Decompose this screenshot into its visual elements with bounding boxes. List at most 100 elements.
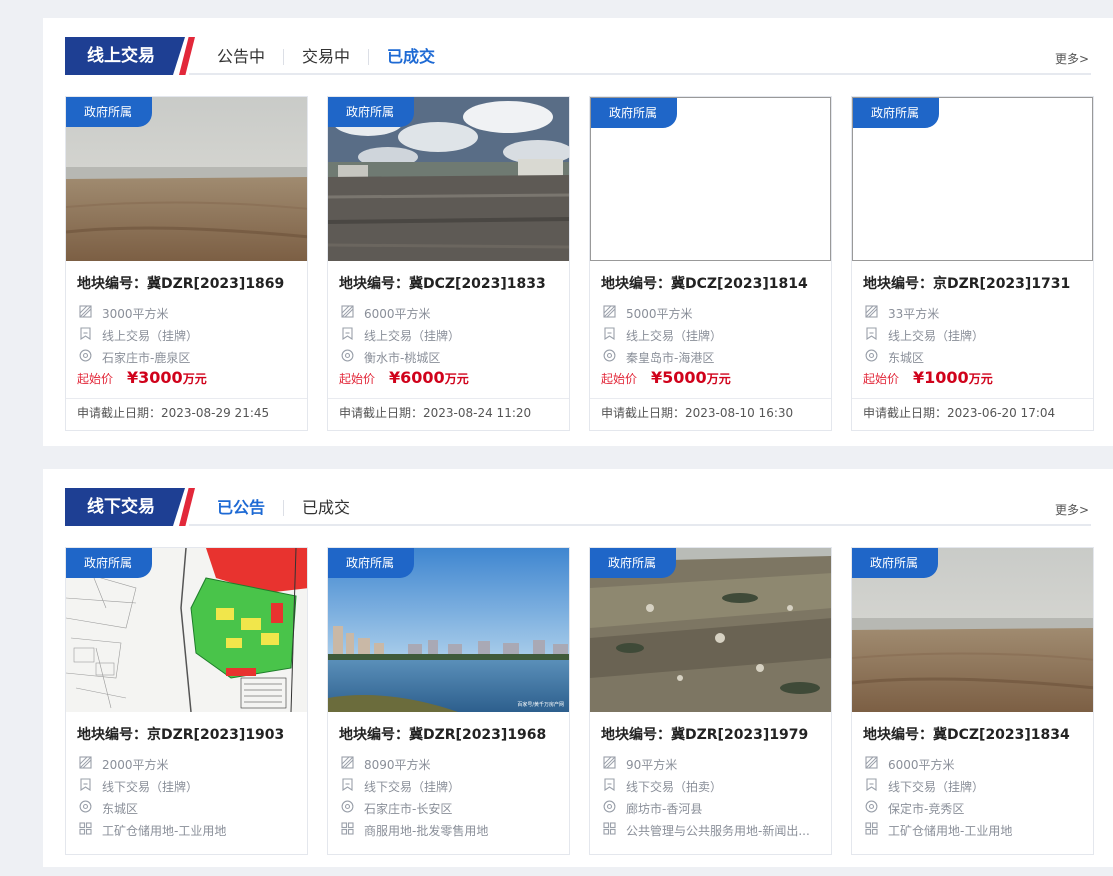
tab-announcing[interactable]: 公告中 [199,45,283,69]
method-row: 线上交易（挂牌） [339,324,558,346]
plot-number[interactable]: 地块编号：冀DZR[2023]1968 [339,724,558,744]
land-image: 政府所属 [852,97,1093,261]
plot-number[interactable]: 地块编号：冀DZR[2023]1869 [77,273,296,293]
usage-row: 商服用地-批发零售用地 [339,819,558,841]
owner-badge: 政府所属 [590,548,676,578]
card-body: 地块编号：京DZR[2023]1903 2000平方米 线下交易（挂牌） 东城区… [66,712,307,841]
area-icon [863,305,888,321]
bookmark-icon [601,327,626,343]
location-text: 东城区 [102,801,139,816]
bookmark-icon [77,778,102,794]
location-row: 东城区 [863,346,1082,368]
land-card[interactable]: 百家号/黄千万房产网 政府所属 地块编号：冀DZR[2023]1968 8090… [327,547,570,855]
location-icon [77,800,102,816]
more-link[interactable]: 更多> [1055,50,1089,67]
grid-icon [863,822,888,838]
grid-icon [77,822,102,838]
tab-completed[interactable]: 已成交 [284,496,368,520]
location-text: 石家庄市-鹿泉区 [102,350,191,365]
usage-row: 工矿仓储用地-工业用地 [77,819,296,841]
svg-text:百家号/黄千万房产网: 百家号/黄千万房产网 [517,701,564,708]
land-card[interactable]: 政府所属 地块编号：冀DZR[2023]1869 3000平方米 线上交易（挂牌… [65,96,308,431]
plot-number[interactable]: 地块编号：冀DCZ[2023]1834 [863,724,1082,744]
price-label: 起始价 [77,372,114,386]
method-row: 线下交易（挂牌） [77,775,296,797]
area-row: 90平方米 [601,753,820,775]
land-card[interactable]: 政府所属 地块编号：冀DCZ[2023]1834 6000平方米 线下交易（挂牌… [851,547,1094,855]
area-row: 5000平方米 [601,302,820,324]
area-text: 3000平方米 [102,306,169,321]
area-icon [863,756,888,772]
owner-badge: 政府所属 [66,97,152,127]
deadline: 申请截止日期：2023-08-29 21:45 [66,398,307,427]
location-text: 石家庄市-长安区 [364,801,453,816]
tab-announced[interactable]: 已公告 [199,496,283,520]
land-image: 政府所属 [66,548,307,712]
usage-row: 工矿仓储用地-工业用地 [863,819,1082,841]
location-row: 廊坊市-香河县 [601,797,820,819]
land-card[interactable]: 政府所属 地块编号：京DZR[2023]1731 33平方米 线上交易（挂牌） … [851,96,1094,431]
land-card[interactable]: 政府所属 地块编号：京DZR[2023]1903 2000平方米 线下交易（挂牌… [65,547,308,855]
deadline: 申请截止日期：2023-08-24 11:20 [328,398,569,427]
method-text: 线下交易（挂牌） [102,779,199,794]
section-title-text: 线下交易 [87,497,155,517]
tab-bar: 公告中 交易中 已成交 [199,45,453,69]
location-row: 东城区 [77,797,296,819]
area-icon [601,305,626,321]
section-title: 线上交易 [65,37,195,75]
card-body: 地块编号：冀DCZ[2023]1833 6000平方米 线上交易（挂牌） 衡水市… [328,261,569,392]
area-icon [77,305,102,321]
tab-bar: 已公告 已成交 [199,496,368,520]
area-text: 33平方米 [888,306,940,321]
plot-number[interactable]: 地块编号：京DZR[2023]1903 [77,724,296,744]
price-unit: 万元 [706,372,731,386]
plot-number[interactable]: 地块编号：冀DCZ[2023]1814 [601,273,820,293]
method-row: 线下交易（挂牌） [339,775,558,797]
card-list: 政府所属 地块编号：冀DZR[2023]1869 3000平方米 线上交易（挂牌… [65,96,1094,431]
plot-number[interactable]: 地块编号：冀DZR[2023]1979 [601,724,820,744]
location-row: 衡水市-桃城区 [339,346,558,368]
land-card[interactable]: 政府所属 地块编号：冀DCZ[2023]1833 6000平方米 线上交易（挂牌… [327,96,570,431]
panel-header: 线下交易 已公告 已成交 更多> [43,469,1113,527]
owner-badge: 政府所属 [66,548,152,578]
method-text: 线下交易（挂牌） [888,779,985,794]
land-image: 政府所属 [66,97,307,261]
usage-row: 公共管理与公共服务用地-新闻出... [601,819,820,841]
card-body: 地块编号：冀DZR[2023]1869 3000平方米 线上交易（挂牌） 石家庄… [66,261,307,392]
usage-text: 商服用地-批发零售用地 [364,823,489,838]
tab-trading[interactable]: 交易中 [284,45,368,69]
owner-badge: 政府所属 [328,548,414,578]
area-row: 8090平方米 [339,753,558,775]
area-row: 33平方米 [863,302,1082,324]
area-text: 5000平方米 [626,306,693,321]
bookmark-icon [601,778,626,794]
plot-number[interactable]: 地块编号：冀DCZ[2023]1833 [339,273,558,293]
price-value: ¥1000 [913,368,969,387]
location-icon [339,800,364,816]
owner-badge: 政府所属 [591,98,677,128]
bookmark-icon [863,327,888,343]
land-card[interactable]: 政府所属 地块编号：冀DZR[2023]1979 90平方米 线下交易（拍卖） … [589,547,832,855]
method-text: 线上交易（挂牌） [102,328,199,343]
location-icon [77,349,102,365]
plot-number[interactable]: 地块编号：京DZR[2023]1731 [863,273,1082,293]
area-text: 2000平方米 [102,757,169,772]
area-row: 3000平方米 [77,302,296,324]
location-row: 石家庄市-鹿泉区 [77,346,296,368]
owner-badge: 政府所属 [853,98,939,128]
card-list: 政府所属 地块编号：京DZR[2023]1903 2000平方米 线下交易（挂牌… [65,547,1094,855]
more-link[interactable]: 更多> [1055,501,1089,518]
location-icon [339,349,364,365]
method-text: 线上交易（挂牌） [364,328,461,343]
offline-trading-panel: 线下交易 已公告 已成交 更多> 政府所属 地块编号：京DZR[2023]190… [43,469,1113,867]
section-title: 线下交易 [65,488,195,526]
land-image: 政府所属 [590,97,831,261]
owner-badge: 政府所属 [328,97,414,127]
location-icon [601,349,626,365]
usage-text: 工矿仓储用地-工业用地 [102,823,227,838]
land-card[interactable]: 政府所属 地块编号：冀DCZ[2023]1814 5000平方米 线上交易（挂牌… [589,96,832,431]
tab-completed[interactable]: 已成交 [369,45,453,69]
price-value: ¥5000 [651,368,707,387]
location-text: 保定市-竞秀区 [888,801,965,816]
location-text: 东城区 [888,350,925,365]
